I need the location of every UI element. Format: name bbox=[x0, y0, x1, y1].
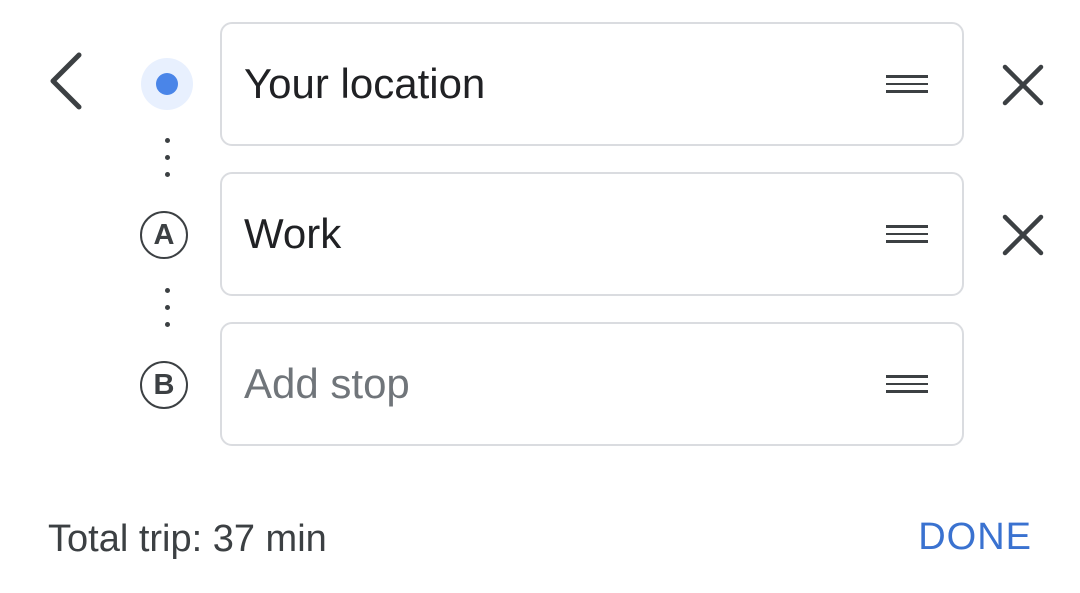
close-icon bbox=[1002, 214, 1044, 256]
stop-a-field[interactable]: Work bbox=[220, 172, 964, 296]
origin-field[interactable]: Your location bbox=[220, 22, 964, 146]
total-trip-time: Total trip: 37 min bbox=[48, 518, 327, 560]
stop-a-field-value: Work bbox=[244, 210, 342, 257]
add-stop-field[interactable]: Add stop bbox=[220, 322, 964, 446]
add-stop-placeholder: Add stop bbox=[244, 360, 410, 407]
location-dot bbox=[156, 73, 178, 95]
done-button[interactable]: DONE bbox=[918, 516, 1032, 559]
current-location-dot-icon bbox=[141, 58, 193, 110]
remove-origin-button[interactable] bbox=[990, 52, 1056, 118]
stop-b-marker: B bbox=[140, 361, 188, 409]
route-connector-dots bbox=[163, 288, 171, 327]
back-button[interactable] bbox=[30, 44, 100, 118]
drag-handle-icon[interactable] bbox=[886, 214, 928, 254]
chevron-left-icon bbox=[50, 52, 82, 110]
drag-handle-icon[interactable] bbox=[886, 64, 928, 104]
route-connector-dots bbox=[163, 138, 171, 177]
remove-stop-a-button[interactable] bbox=[990, 202, 1056, 268]
drag-handle-icon[interactable] bbox=[886, 364, 928, 404]
origin-field-value: Your location bbox=[244, 60, 486, 107]
stop-a-marker: A bbox=[140, 211, 188, 259]
close-icon bbox=[1002, 64, 1044, 106]
